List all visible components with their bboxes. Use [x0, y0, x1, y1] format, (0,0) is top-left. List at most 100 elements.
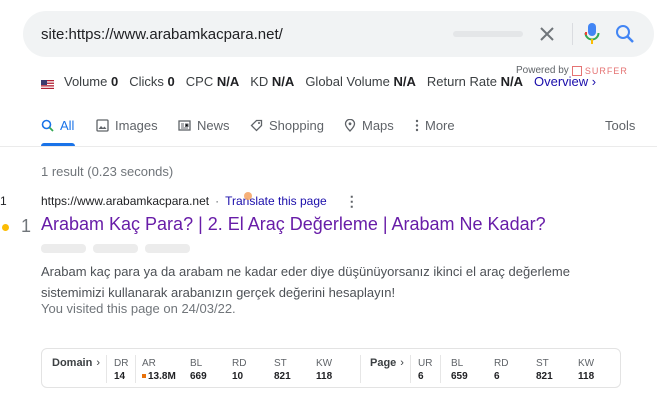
surfer-logo-icon	[571, 65, 582, 76]
metric-ar: AR 13.8M	[142, 357, 176, 383]
us-flag-icon	[41, 77, 54, 89]
metrics-divider	[106, 355, 107, 383]
metrics-divider	[135, 355, 136, 383]
metric-name: AR	[142, 358, 156, 369]
tab-all-label: All	[60, 118, 75, 133]
metric-name: RD	[494, 358, 509, 369]
metric-name: DR	[114, 358, 129, 369]
volume-metric: Volume 0	[64, 73, 119, 89]
rank-number-small: 1	[0, 194, 7, 208]
search-icon[interactable]	[615, 24, 635, 44]
metric-page-kw: KW 118	[578, 357, 594, 383]
chevron-right-icon: ›	[400, 357, 404, 369]
rank-number: 1	[21, 216, 32, 236]
tab-images[interactable]: Images	[96, 118, 158, 133]
placeholder-bar	[41, 244, 86, 253]
metric-value: 14	[114, 371, 126, 382]
result-snippet: Arabam kaç para ya da arabam ne kadar ed…	[41, 264, 570, 300]
tab-news-label: News	[197, 118, 230, 133]
search-icon	[41, 119, 54, 132]
metrics-divider	[360, 355, 361, 383]
search-tabs: All Images News Shopping Maps More Tools	[41, 118, 651, 138]
tab-maps-label: Maps	[362, 118, 394, 133]
chevron-right-icon: ›	[96, 357, 101, 369]
clear-icon[interactable]	[537, 24, 557, 44]
news-icon	[178, 120, 191, 131]
metric-name: BL	[451, 358, 464, 369]
visited-note: You visited this page on 24/03/22.	[41, 301, 236, 316]
domain-label: Domain	[52, 357, 93, 369]
search-input[interactable]	[41, 24, 461, 44]
metric-page-rd: RD 6	[494, 357, 508, 383]
placeholder-bar	[93, 244, 138, 253]
surfer-brand: SURFER	[584, 65, 628, 76]
result-title-link[interactable]: Arabam Kaç Para? | 2. El Araç Değerleme …	[41, 214, 546, 235]
more-vert-icon	[415, 119, 419, 132]
rank-dot	[2, 224, 9, 231]
translate-label: Translate this page	[225, 194, 327, 208]
metric-dr: DR 14	[114, 357, 128, 383]
tab-news[interactable]: News	[178, 118, 230, 133]
tabs-divider	[0, 146, 657, 147]
keyword-metrics-bar: Volume 0 Clicks 0 CPC N/A KD N/A Global …	[41, 72, 596, 90]
tab-tools-label: Tools	[605, 118, 636, 133]
tab-shopping-label: Shopping	[269, 118, 324, 133]
metric-name: UR	[418, 358, 433, 369]
metric-page-st: ST 821	[536, 357, 553, 383]
search-bar	[23, 11, 654, 57]
metric-value: 821	[274, 371, 291, 382]
global-volume-metric: Global Volume N/A	[305, 73, 416, 89]
metrics-divider	[410, 355, 411, 383]
metric-name: ST	[274, 358, 287, 369]
powered-by-label: Powered by	[516, 65, 569, 76]
search-divider	[572, 23, 573, 45]
metric-st: ST 821	[274, 357, 291, 383]
metric-value: 669	[190, 371, 207, 382]
metric-value: 659	[451, 371, 468, 382]
tab-images-label: Images	[115, 118, 158, 133]
metric-value: 118	[578, 371, 595, 382]
metric-value-text: 13.8M	[148, 371, 176, 382]
metrics-divider	[440, 355, 441, 383]
metric-value: 6	[418, 371, 424, 382]
powered-by-surfer: Powered by SURFER	[516, 65, 628, 76]
metric-rd: RD 10	[232, 357, 246, 383]
result-url-line: https://www.arabamkacpara.net · Translat…	[41, 192, 359, 208]
domain-metrics-toggle[interactable]: Domain ›	[52, 357, 100, 369]
ahrefs-metrics-box: Domain › DR 14 AR 13.8M BL 669 RD 10 ST 821 KW…	[41, 348, 621, 388]
metric-name: RD	[232, 358, 247, 369]
ar-marker	[142, 374, 146, 379]
metric-name: BL	[190, 358, 203, 369]
url-separator: ·	[215, 194, 220, 208]
tab-all[interactable]: All	[41, 118, 74, 133]
page-metrics-toggle[interactable]: Page ›	[370, 357, 404, 369]
result-options-icon[interactable]: ⋮	[345, 194, 359, 208]
metric-value: 10	[232, 371, 244, 382]
tag-icon	[250, 119, 263, 132]
metric-name: ST	[536, 358, 549, 369]
microphone-icon[interactable]	[584, 22, 600, 46]
kd-metric: KD N/A	[250, 73, 295, 89]
metric-name: KW	[316, 358, 333, 369]
image-icon	[96, 119, 109, 132]
tab-more[interactable]: More	[415, 118, 455, 133]
clicks-metric: Clicks 0	[129, 73, 175, 89]
metric-value: 6	[494, 371, 500, 382]
metric-ur: UR 6	[418, 357, 432, 383]
result-count: 1 result (0.23 seconds)	[41, 164, 174, 179]
metric-bl: BL 669	[190, 357, 207, 383]
metric-page-bl: BL 659	[451, 357, 468, 383]
page-label: Page	[370, 357, 397, 369]
translate-link[interactable]: Translate this page	[225, 192, 327, 208]
metric-value: 13.8M	[142, 370, 176, 383]
tab-shopping[interactable]: Shopping	[250, 118, 324, 133]
tab-more-label: More	[425, 118, 455, 133]
cpc-metric: CPC N/A	[185, 73, 240, 89]
metric-value: 821	[536, 371, 553, 382]
tab-maps[interactable]: Maps	[344, 118, 394, 133]
map-pin-icon	[344, 119, 356, 132]
tab-tools[interactable]: Tools	[605, 118, 635, 133]
result-url[interactable]: https://www.arabamkacpara.net	[41, 194, 209, 208]
metric-value: 118	[316, 371, 333, 382]
placeholder-bar	[145, 244, 190, 253]
